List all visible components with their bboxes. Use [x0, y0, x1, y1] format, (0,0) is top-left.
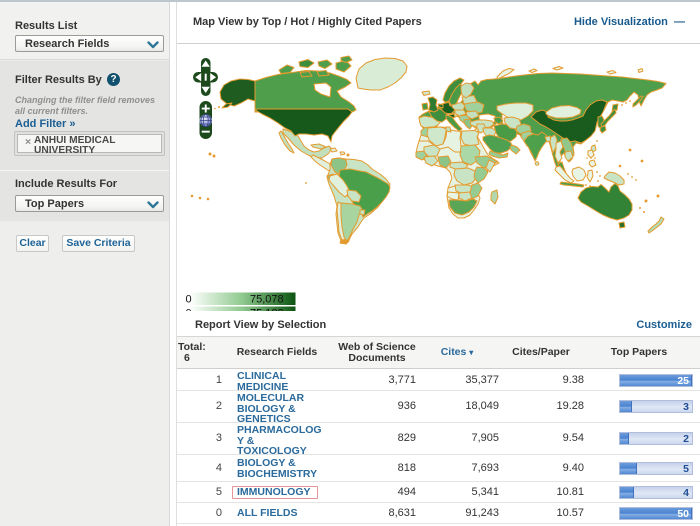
svg-text:75,078: 75,078 [250, 294, 284, 306]
svg-text:0: 0 [186, 294, 192, 306]
